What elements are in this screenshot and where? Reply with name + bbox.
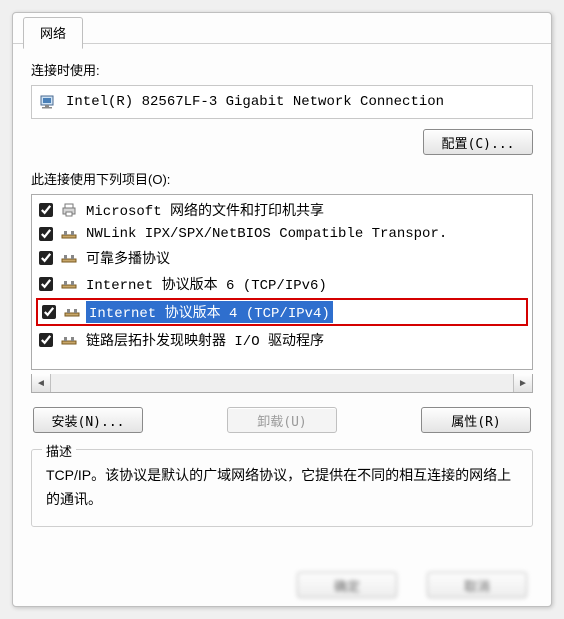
properties-button[interactable]: 属性(R) [421, 407, 531, 433]
configure-row: 配置(C)... [31, 129, 533, 155]
item-label: 可靠多播协议 [83, 247, 173, 269]
install-label: 安装(N)... [52, 415, 125, 430]
horizontal-scrollbar[interactable]: ◄ ► [31, 374, 533, 393]
dialog-button-row: 确定 取消 [297, 572, 527, 598]
uninstall-label: 卸载(U) [257, 415, 306, 430]
protocol-icon [61, 277, 77, 291]
list-item[interactable]: 链路层拓扑发现映射器 I/O 驱动程序 [34, 327, 530, 353]
install-button[interactable]: 安装(N)... [33, 407, 143, 433]
tab-strip: 网络 [13, 13, 551, 44]
ok-label: 确定 [334, 580, 360, 595]
item-checkbox[interactable] [42, 305, 56, 319]
tab-label: 网络 [40, 26, 66, 41]
list-item[interactable]: Microsoft 网络的文件和打印机共享 [34, 197, 530, 223]
configure-label: 配置(C)... [442, 137, 515, 152]
configure-button[interactable]: 配置(C)... [423, 129, 533, 155]
adapter-box[interactable]: Intel(R) 82567LF-3 Gigabit Network Conne… [31, 85, 533, 119]
list-item[interactable]: 可靠多播协议 [34, 245, 530, 271]
description-group: 描述 TCP/IP。该协议是默认的广域网络协议，它提供在不同的相互连接的网络上的… [31, 449, 533, 527]
properties-label: 属性(R) [451, 415, 500, 430]
adapter-name: Intel(R) 82567LF-3 Gigabit Network Conne… [66, 94, 444, 110]
protocol-icon [64, 305, 80, 319]
ok-button[interactable]: 确定 [297, 572, 397, 598]
scroll-track[interactable] [51, 374, 513, 392]
printer-icon [61, 203, 77, 217]
cancel-button[interactable]: 取消 [427, 572, 527, 598]
item-checkbox[interactable] [39, 277, 53, 291]
item-checkbox[interactable] [39, 227, 53, 241]
tab-body: 连接时使用: Intel(R) 82567LF-3 Gigabit Networ… [13, 44, 551, 549]
items-label: 此连接使用下列项目(O): [31, 169, 533, 188]
properties-dialog: 网络 连接时使用: Intel(R) 82567LF-3 Gigabit Net… [12, 12, 552, 607]
protocol-icon [61, 333, 77, 347]
item-checkbox[interactable] [39, 333, 53, 347]
scroll-left-arrow-icon[interactable]: ◄ [32, 374, 51, 392]
item-label: NWLink IPX/SPX/NetBIOS Compatible Transp… [83, 225, 450, 243]
tab-network[interactable]: 网络 [23, 17, 83, 49]
protocol-icon [61, 227, 77, 241]
item-label: Microsoft 网络的文件和打印机共享 [83, 199, 327, 221]
cancel-label: 取消 [464, 580, 490, 595]
connect-using-label: 连接时使用: [31, 60, 533, 79]
uninstall-button: 卸载(U) [227, 407, 337, 433]
description-text: TCP/IP。该协议是默认的广域网络协议，它提供在不同的相互连接的网络上的通讯。 [46, 464, 518, 512]
item-label: Internet 协议版本 4 (TCP/IPv4) [86, 301, 333, 323]
list-item[interactable]: NWLink IPX/SPX/NetBIOS Compatible Transp… [34, 223, 530, 245]
list-item[interactable]: Internet 协议版本 4 (TCP/IPv4) [38, 300, 526, 324]
list-item[interactable]: Internet 协议版本 6 (TCP/IPv6) [34, 271, 530, 297]
item-label: 链路层拓扑发现映射器 I/O 驱动程序 [83, 329, 327, 351]
scroll-right-arrow-icon[interactable]: ► [513, 374, 532, 392]
item-label: Internet 协议版本 6 (TCP/IPv6) [83, 273, 330, 295]
description-title: 描述 [42, 441, 76, 460]
nic-icon [40, 94, 58, 110]
highlighted-item-frame: Internet 协议版本 4 (TCP/IPv4) [36, 298, 528, 326]
components-list[interactable]: Microsoft 网络的文件和打印机共享 NWLink IPX/SPX/Net… [31, 194, 533, 370]
item-checkbox[interactable] [39, 203, 53, 217]
protocol-icon [61, 251, 77, 265]
item-checkbox[interactable] [39, 251, 53, 265]
item-buttons-row: 安装(N)... 卸载(U) 属性(R) [31, 407, 533, 433]
